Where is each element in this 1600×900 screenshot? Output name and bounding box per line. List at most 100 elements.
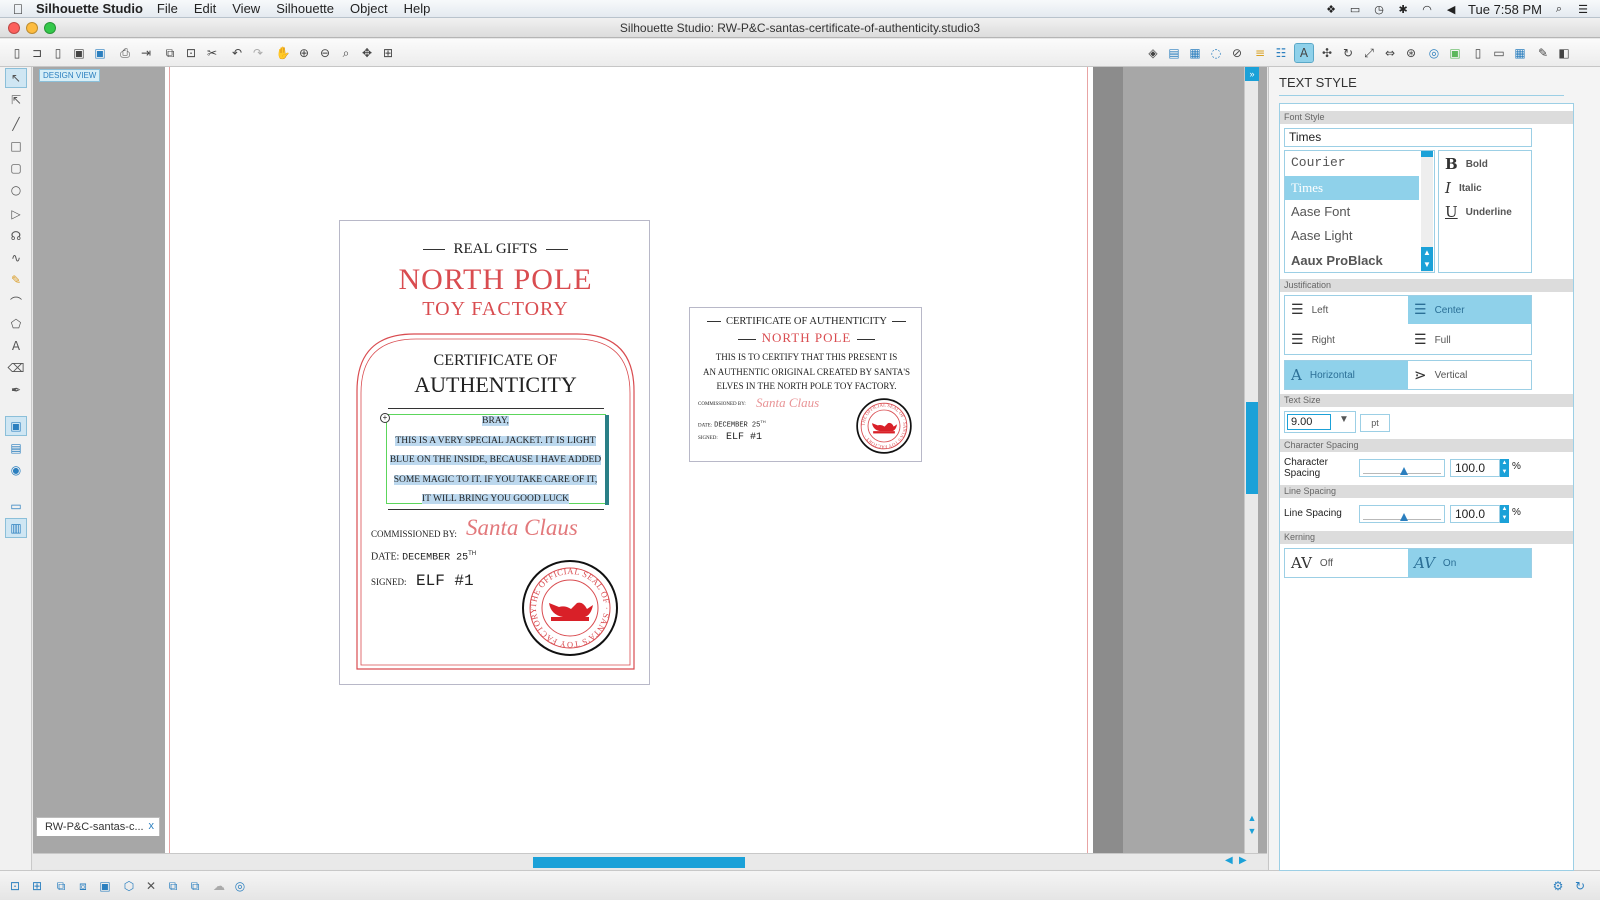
font-name-input[interactable]: Times [1284, 128, 1532, 147]
copy-icon[interactable]: ⧉ [161, 44, 179, 62]
kerning-off-button[interactable]: AV Off [1285, 549, 1408, 577]
text-size-unit-button[interactable]: pt [1360, 414, 1390, 432]
eraser-icon[interactable]: ◧ [1555, 44, 1573, 62]
char-spacing-slider[interactable] [1359, 459, 1445, 477]
font-list-scroll-arrows-icon[interactable]: ▲ ▼ [1421, 247, 1433, 271]
point-edit-tool-icon[interactable]: ⇱ [6, 91, 26, 109]
mirror-icon[interactable]: ⧉ [186, 877, 204, 895]
select-tool-icon[interactable]: ↖ [5, 68, 27, 88]
target-icon[interactable]: ◎ [231, 877, 249, 895]
font-item-times[interactable]: Times [1285, 176, 1419, 200]
char-spacing-input[interactable]: 100.0 [1450, 459, 1500, 477]
horizontal-scroll-thumb[interactable] [533, 857, 745, 868]
airplay-icon[interactable]: ▭ [1348, 3, 1362, 16]
arc-tool-icon[interactable]: ⌒ [6, 293, 26, 311]
knife-icon[interactable]: ✎ [1534, 44, 1552, 62]
save-to-library-icon[interactable]: ▣ [91, 44, 109, 62]
slider-handle-icon[interactable] [1400, 467, 1408, 475]
font-item-courier[interactable]: Courier [1285, 151, 1419, 175]
freehand-tool-icon[interactable]: ∿ [6, 249, 26, 267]
ungroup-icon[interactable]: ⊞ [28, 877, 46, 895]
zoom-window-button[interactable] [44, 22, 56, 34]
scroll-left-icon[interactable]: ◀ [1225, 855, 1233, 866]
library-icon[interactable]: ▤ [6, 439, 26, 457]
font-item-aase-font[interactable]: Aase Font [1285, 200, 1419, 224]
replicate-icon[interactable]: ☷ [1272, 44, 1290, 62]
font-list[interactable]: Courier Times Aase Font Aase Light Aaux … [1284, 150, 1435, 273]
menu-silhouette[interactable]: Silhouette [276, 1, 334, 16]
time-machine-icon[interactable]: ◷ [1372, 3, 1386, 16]
italic-button[interactable]: I Italic [1439, 177, 1482, 199]
page-setup-icon[interactable]: ▯ [1469, 44, 1487, 62]
design-canvas[interactable]: DESIGN VIEW REAL GIFTS NORTH POLE TOY FA… [33, 67, 1267, 853]
new-file-icon[interactable]: ▯ [8, 44, 26, 62]
document-tab[interactable]: RW-P&C-santas-c... x [36, 817, 160, 836]
text-size-input[interactable]: 9.00 [1287, 414, 1331, 430]
text-style-icon[interactable]: A [1294, 43, 1314, 63]
design-page-icon[interactable]: ▣ [5, 416, 27, 436]
polygon-tool-icon[interactable]: ▷ [6, 205, 26, 223]
line-spacing-slider[interactable] [1359, 505, 1445, 523]
menu-object[interactable]: Object [350, 1, 388, 16]
line-tool-icon[interactable]: ╱ [6, 115, 26, 133]
app-name-menu[interactable]: Silhouette Studio [36, 1, 143, 16]
group-icon[interactable]: ⊡ [6, 877, 24, 895]
menu-help[interactable]: Help [404, 1, 431, 16]
line-style-icon[interactable]: ⊘ [1228, 44, 1246, 62]
fit-to-page-icon[interactable]: ⊞ [379, 44, 397, 62]
delete-icon[interactable]: ✕ [142, 877, 160, 895]
settings-gear-icon[interactable]: ⚙ [1549, 877, 1567, 895]
close-window-button[interactable] [8, 22, 20, 34]
split-view-icon[interactable]: ▥ [5, 518, 27, 538]
grid-icon[interactable]: ▦ [1511, 44, 1529, 62]
knife-tool-icon[interactable]: ✒ [6, 381, 26, 399]
make-compound-path-icon[interactable]: ⧉ [52, 877, 70, 895]
volume-icon[interactable]: ◀ [1444, 3, 1458, 16]
text-size-combo[interactable]: 9.00 ▼ [1284, 411, 1356, 433]
trace-icon[interactable]: ▣ [1446, 44, 1464, 62]
dropbox-icon[interactable]: ❖ [1324, 3, 1338, 16]
release-compound-path-icon[interactable]: ⧈ [74, 877, 92, 895]
kerning-on-button[interactable]: AV On [1408, 549, 1531, 577]
justify-right-button[interactable]: ☰ Right [1285, 326, 1408, 354]
zoom-in-icon[interactable]: ⊕ [295, 44, 313, 62]
notification-list-icon[interactable]: ☰ [1576, 3, 1590, 16]
transform-icon[interactable]: ✣ [1318, 44, 1336, 62]
certificate-small[interactable]: CERTIFICATE OF AUTHENTICITY NORTH POLE T… [689, 307, 922, 462]
apple-icon[interactable]:  [0, 1, 36, 17]
online-store-icon[interactable]: ◉ [6, 461, 26, 479]
line-color-icon[interactable]: ◌ [1207, 44, 1225, 62]
scroll-up-icon[interactable]: ▲ [1246, 813, 1258, 824]
weld-icon[interactable]: ⬡ [120, 877, 138, 895]
justify-left-button[interactable]: ☰ Left [1285, 296, 1408, 324]
cut-settings-icon[interactable]: ▭ [1490, 44, 1508, 62]
line-spacing-input[interactable]: 100.0 [1450, 505, 1500, 523]
eraser-tool-icon[interactable]: ⌫ [6, 359, 26, 377]
slider-handle-icon[interactable] [1400, 513, 1408, 521]
modify-icon[interactable]: ⊛ [1402, 44, 1420, 62]
menu-view[interactable]: View [232, 1, 260, 16]
drag-zoom-icon[interactable]: ✥ [358, 44, 376, 62]
rotate-icon[interactable]: ↻ [1339, 44, 1357, 62]
align-icon[interactable]: ≡ [1251, 44, 1269, 62]
regular-polygon-tool-icon[interactable]: ⬠ [6, 315, 26, 333]
bluetooth-icon[interactable]: ✱ [1396, 3, 1410, 16]
save-icon[interactable]: ▣ [70, 44, 88, 62]
scale-icon[interactable]: ⤢ [1360, 44, 1378, 62]
menubar-clock[interactable]: Tue 7:58 PM [1468, 2, 1542, 17]
move-icon[interactable]: ⇔ [1381, 44, 1399, 62]
wifi-icon[interactable]: ◠ [1420, 3, 1434, 16]
rectangle-tool-icon[interactable]: □ [6, 137, 26, 155]
text-tool-icon[interactable]: A [6, 337, 26, 355]
open-library-icon[interactable]: ▯ [49, 44, 67, 62]
horizontal-scrollbar[interactable]: ◀ ▶ [33, 853, 1267, 869]
cloud-icon[interactable]: ☁ [210, 877, 228, 895]
collapse-panel-icon[interactable]: » [1245, 67, 1259, 81]
menu-edit[interactable]: Edit [194, 1, 216, 16]
curve-tool-icon[interactable]: ☊ [6, 227, 26, 245]
minimize-window-button[interactable] [26, 22, 38, 34]
paste-icon[interactable]: ⊡ [182, 44, 200, 62]
print-icon[interactable]: ⎙ [116, 44, 134, 62]
cert-message[interactable]: BRAY, THIS IS A VERY SPECIAL JACKET. IT … [340, 412, 651, 510]
char-spacing-stepper-icon[interactable]: ▲ ▼ [1500, 459, 1509, 477]
